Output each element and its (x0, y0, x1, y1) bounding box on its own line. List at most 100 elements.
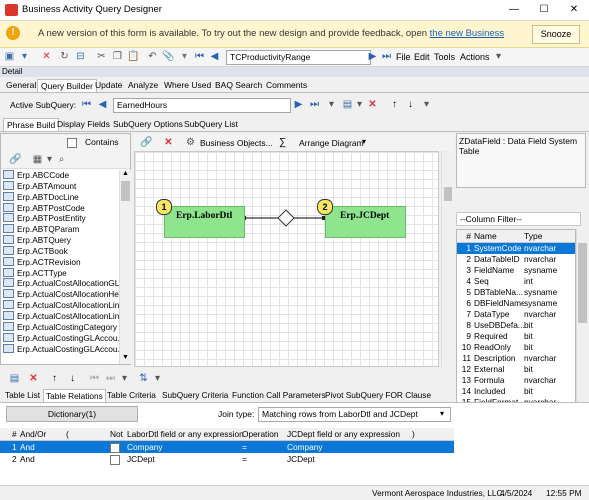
tab-update[interactable]: Update (92, 79, 125, 92)
delete-icon[interactable]: ✕ (40, 50, 53, 63)
field-row[interactable]: 8 UseDBDefa...bit (457, 320, 575, 331)
save-dropdown-icon[interactable]: ▾ (18, 50, 31, 63)
business-objects-button[interactable]: Business Objects... (200, 138, 273, 148)
table-list-item[interactable]: Erp.ACTRevision (1, 256, 119, 268)
scroll-up-icon[interactable]: ▲ (121, 170, 130, 179)
table-list-item[interactable]: Erp.ABTPostCode (1, 202, 119, 214)
arrange-diagram-button[interactable]: Arrange Diagram (299, 138, 364, 148)
tab-analyze[interactable]: Analyze (125, 79, 161, 92)
rel-header-open[interactable]: ( (66, 428, 69, 440)
move-up-icon[interactable]: ↑ (388, 98, 401, 111)
subquery-next-icon[interactable]: ▶ (292, 98, 305, 111)
node-jcdept[interactable]: Erp.JCDept (325, 206, 406, 238)
field-row[interactable]: 12 External bit (457, 364, 575, 375)
rel-row-not-checkbox[interactable] (110, 455, 120, 465)
rel-header-right-field[interactable]: JCDept field or any expression (287, 428, 400, 440)
toolbar-dropdown-icon[interactable]: ▾ (178, 50, 191, 63)
field-row[interactable]: 7 DataType nvarchar (457, 309, 575, 320)
save-icon[interactable]: ▣ (3, 50, 16, 63)
new-subquery-dropdown-icon[interactable]: ▾ (353, 98, 366, 111)
rel-row-operation[interactable]: = (242, 441, 247, 453)
table-list-item[interactable]: Erp.ACTBook (1, 245, 119, 257)
menu-file[interactable]: File (396, 52, 411, 62)
link-icon[interactable]: 🔗 (9, 153, 22, 166)
snooze-button[interactable]: Snooze (532, 25, 580, 44)
tab-table-criteria[interactable]: Table Criteria (105, 389, 158, 401)
rel-row-not-checkbox[interactable] (110, 443, 120, 453)
field-row[interactable]: 6 DBFieldNamesysname (457, 298, 575, 309)
tab-general[interactable]: General (3, 79, 39, 92)
relation-last-icon[interactable]: ⏭ (104, 372, 117, 385)
table-list-item[interactable]: Erp.ABTQParam (1, 224, 119, 235)
field-row[interactable]: 10 ReadOnly bit (457, 342, 575, 353)
table-list-item[interactable]: Erp.ABCCode (1, 170, 119, 181)
table-list-item[interactable]: Erp.ActualCostingGLAccou... (1, 332, 119, 344)
field-row[interactable]: 4 Seq int (457, 276, 575, 287)
tab-subquery-criteria[interactable]: SubQuery Criteria (160, 389, 230, 401)
tab-baq-search[interactable]: BAQ Search (212, 79, 265, 92)
minimize-button[interactable]: — (500, 0, 528, 20)
search-table-icon[interactable]: ⌕ (55, 153, 68, 166)
delete-subquery-icon[interactable]: ✕ (366, 98, 379, 111)
close-button[interactable]: ✕ (560, 0, 588, 20)
tab-query-builder[interactable]: Query Builder (37, 79, 97, 93)
contains-checkbox[interactable] (67, 138, 77, 148)
sort-dropdown-icon[interactable]: ▾ (151, 372, 164, 385)
maximize-button[interactable]: ☐ (530, 0, 558, 20)
field-header-name[interactable]: Name (474, 230, 524, 242)
field-row[interactable]: 1 SystemCode nvarchar (457, 243, 575, 254)
rel-row-right-field[interactable]: Company (287, 441, 323, 453)
query-id-combo[interactable]: TCProductivityRange (226, 50, 371, 65)
tab-subquery-options[interactable]: SubQuery Options (110, 118, 186, 131)
rel-row-left-field[interactable]: Company (127, 441, 163, 453)
field-scroll-thumb[interactable] (578, 243, 587, 323)
subquery-prev-icon[interactable]: ◀ (96, 98, 109, 111)
rel-row-left-field[interactable]: JCDept (127, 453, 155, 465)
table-list-item[interactable]: Erp.ActualCostAllocationHe... (1, 289, 119, 300)
menu-tools[interactable]: Tools (434, 52, 455, 62)
diagram-scrollbar[interactable] (441, 151, 454, 367)
join-type-dropdown-icon[interactable]: ▾ (440, 409, 444, 418)
field-row[interactable]: 2 DataTableID nvarchar (457, 254, 575, 265)
tab-phrase-build[interactable]: Phrase Build (3, 118, 60, 132)
rel-header-close[interactable]: ) (412, 428, 415, 440)
relation-row[interactable]: 2 And JCDept = JCDept (0, 453, 454, 465)
relation-first-icon[interactable]: ⏮ (88, 372, 101, 385)
sigma-button[interactable]: ∑ (279, 137, 286, 148)
field-row[interactable]: 14 Included bit (457, 386, 575, 397)
scroll-down-icon[interactable]: ▼ (121, 354, 130, 363)
tab-subquery-list[interactable]: SubQuery List (181, 118, 241, 131)
relation-up-icon[interactable]: ↑ (48, 372, 61, 385)
delete-relation-icon[interactable]: ✕ (27, 372, 40, 385)
field-row[interactable]: 11 Description nvarchar (457, 353, 575, 364)
tab-where-used[interactable]: Where Used (161, 79, 214, 92)
first-record-icon[interactable]: ⏮ (193, 50, 206, 63)
table-list-item[interactable]: Erp.ActualCostingCategory (1, 321, 119, 333)
query-diagram[interactable]: Erp.LaborDtl 1 Erp.JCDept 2 (134, 151, 439, 367)
scroll-thumb[interactable] (121, 181, 130, 201)
more-icon[interactable]: ▾ (492, 50, 505, 63)
menu-edit[interactable]: Edit (414, 52, 430, 62)
table-list-item[interactable]: Erp.ActualCostAllocationGL... (1, 278, 119, 289)
undo-icon[interactable]: ↶ (146, 50, 159, 63)
rel-row-operation[interactable]: = (242, 453, 247, 465)
move-down-icon[interactable]: ↓ (404, 98, 417, 111)
subquery-last-icon[interactable]: ⏭ (308, 98, 321, 111)
relation-row[interactable]: 1 And Company = Company (0, 441, 454, 453)
table-list-scrollbar[interactable]: ▲ ▼ (119, 170, 131, 364)
join-type-combo[interactable]: Matching rows from LaborDtl and JCDept (258, 407, 451, 422)
table-list-item[interactable]: Erp.ABTPostEntity (1, 213, 119, 224)
last-record-icon[interactable]: ⏭ (380, 50, 393, 63)
field-row[interactable]: 3 FieldName sysname (457, 265, 575, 276)
arrange-dropdown-icon[interactable]: ▾ (362, 137, 366, 146)
node-labordtl[interactable]: Erp.LaborDtl (164, 206, 245, 238)
attach-icon[interactable]: 📎 (162, 50, 175, 63)
tab-display-fields[interactable]: Display Fields (54, 118, 113, 131)
banner-link[interactable]: the new Business (430, 28, 504, 39)
table-list-item[interactable]: Erp.ActualCostingGLAccou... (1, 343, 119, 355)
table-list-item[interactable]: Erp.ABTQuery (1, 235, 119, 246)
field-row[interactable]: 9 Required bit (457, 331, 575, 342)
add-relation-icon[interactable]: ▤ (8, 372, 21, 385)
rel-header-left-field[interactable]: LaborDtl field or any expression (127, 428, 244, 440)
rel-row-right-field[interactable]: JCDept (287, 453, 315, 465)
